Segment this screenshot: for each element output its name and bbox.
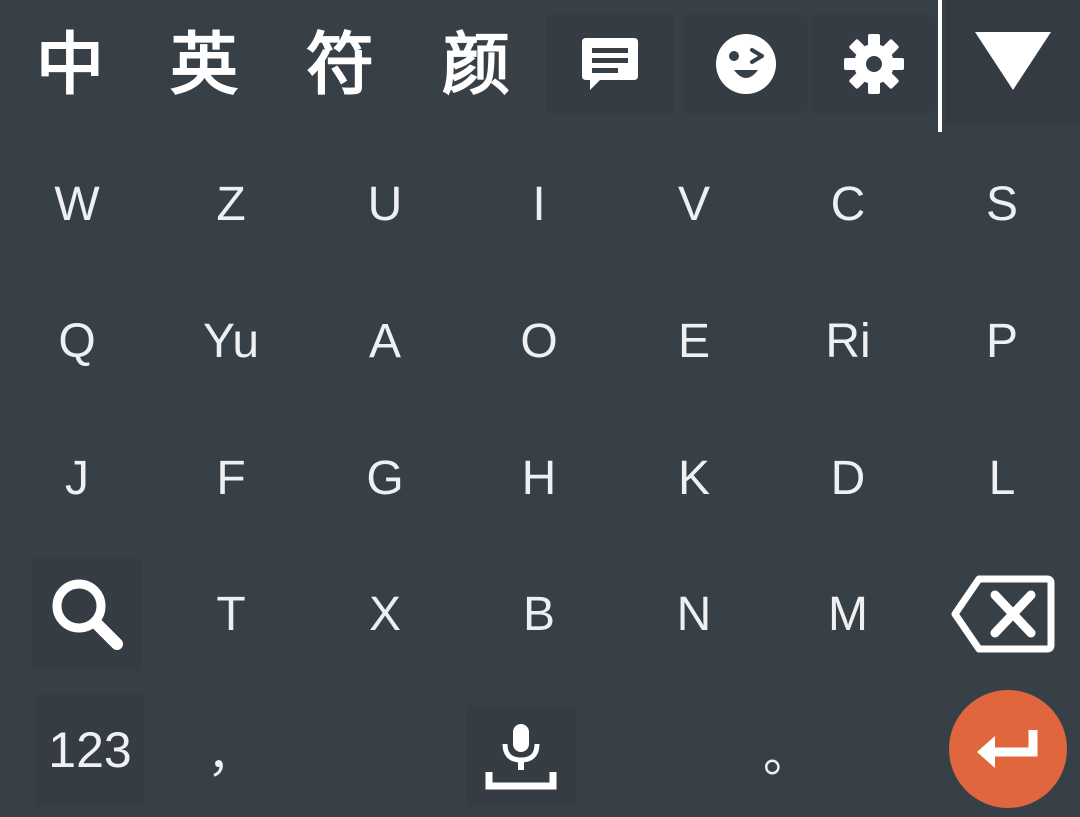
enter-button[interactable] — [949, 690, 1067, 808]
key-label: E — [677, 314, 710, 368]
key[interactable]: L — [925, 410, 1079, 546]
emoji-icon — [716, 34, 776, 94]
enter-icon — [977, 730, 1038, 768]
key[interactable]: N — [617, 546, 771, 682]
key[interactable]: F — [154, 410, 308, 546]
key-label: L — [988, 451, 1016, 505]
key-label: X — [368, 587, 401, 641]
microphone-icon — [485, 724, 557, 790]
key-label: T — [216, 587, 246, 641]
key-label: F — [216, 451, 246, 505]
gear-icon — [844, 34, 904, 94]
key-label: N — [676, 587, 712, 641]
key[interactable]: G — [308, 410, 462, 546]
mode-english-button[interactable]: 英 — [154, 0, 254, 132]
mode-chinese-button[interactable]: 中 — [20, 0, 120, 132]
search-icon — [52, 579, 123, 650]
key[interactable]: I — [462, 136, 616, 272]
keyboard: 中 英 符 颜 W Z U I V C S Q Yu A O E Ri P J … — [0, 0, 1080, 817]
key[interactable]: Yu — [154, 273, 308, 409]
key-label: K — [677, 451, 710, 505]
mode-symbols-button[interactable]: 符 — [290, 0, 390, 132]
key-label: H — [521, 451, 557, 505]
backspace-button[interactable] — [936, 546, 1070, 682]
backspace-icon — [951, 575, 1055, 653]
search-button[interactable] — [32, 558, 142, 670]
comma-key[interactable]: ， — [154, 682, 308, 817]
key[interactable]: Z — [154, 136, 308, 272]
key-label: C — [830, 177, 866, 231]
key[interactable]: Ri — [771, 273, 925, 409]
spacebar-left[interactable] — [320, 694, 466, 806]
key-label: O — [520, 314, 558, 368]
key-label: I — [532, 177, 546, 231]
key-label: Q — [58, 314, 96, 368]
key[interactable]: Q — [0, 273, 154, 409]
key[interactable]: V — [617, 136, 771, 272]
key-label: S — [985, 177, 1018, 231]
key-label: W — [54, 177, 100, 231]
key[interactable]: P — [925, 273, 1079, 409]
key-label: J — [65, 451, 89, 505]
key[interactable]: D — [771, 410, 925, 546]
mode-symbols-label: 符 — [305, 26, 374, 105]
clipboard-icon — [582, 38, 638, 90]
key-label: Yu — [202, 314, 260, 368]
key[interactable]: K — [617, 410, 771, 546]
numbers-key[interactable]: 123 — [36, 694, 144, 806]
key[interactable]: J — [0, 410, 154, 546]
key-label: Ri — [825, 314, 871, 368]
key[interactable]: O — [462, 273, 616, 409]
key-label: D — [830, 451, 866, 505]
key[interactable]: T — [154, 546, 308, 682]
voice-input-button[interactable] — [466, 706, 576, 806]
period-key-label: 。 — [762, 727, 811, 783]
key-label: B — [522, 587, 555, 641]
period-key[interactable]: 。 — [710, 682, 864, 817]
key[interactable]: E — [617, 273, 771, 409]
key-label: A — [368, 314, 401, 368]
collapse-keyboard-icon — [975, 32, 1051, 90]
key[interactable]: S — [925, 136, 1079, 272]
emoji-button[interactable] — [684, 14, 808, 114]
key-label: M — [828, 587, 868, 641]
collapse-keyboard-button[interactable] — [946, 0, 1080, 124]
key-label: V — [677, 177, 710, 231]
numbers-key-label: 123 — [48, 722, 132, 778]
clipboard-button[interactable] — [546, 14, 674, 114]
key[interactable]: H — [462, 410, 616, 546]
mode-english-label: 英 — [169, 26, 238, 105]
key[interactable]: C — [771, 136, 925, 272]
key-label: P — [985, 314, 1018, 368]
key[interactable]: A — [308, 273, 462, 409]
key[interactable]: B — [462, 546, 616, 682]
mode-chinese-label: 中 — [35, 26, 104, 105]
key-label: Z — [216, 177, 246, 231]
keyboard-toolbar: 中 英 符 颜 — [0, 0, 1080, 132]
key-label: U — [367, 177, 403, 231]
settings-button[interactable] — [812, 14, 936, 114]
spacebar-right[interactable] — [576, 694, 722, 806]
comma-key-label: ， — [206, 727, 255, 783]
toolbar-divider — [938, 0, 942, 132]
key[interactable]: X — [308, 546, 462, 682]
mode-kaomoji-label: 颜 — [441, 26, 510, 105]
key[interactable]: U — [308, 136, 462, 272]
mode-kaomoji-button[interactable]: 颜 — [426, 0, 526, 132]
key-label: G — [366, 451, 404, 505]
key[interactable]: W — [0, 136, 154, 272]
key[interactable]: M — [771, 546, 925, 682]
